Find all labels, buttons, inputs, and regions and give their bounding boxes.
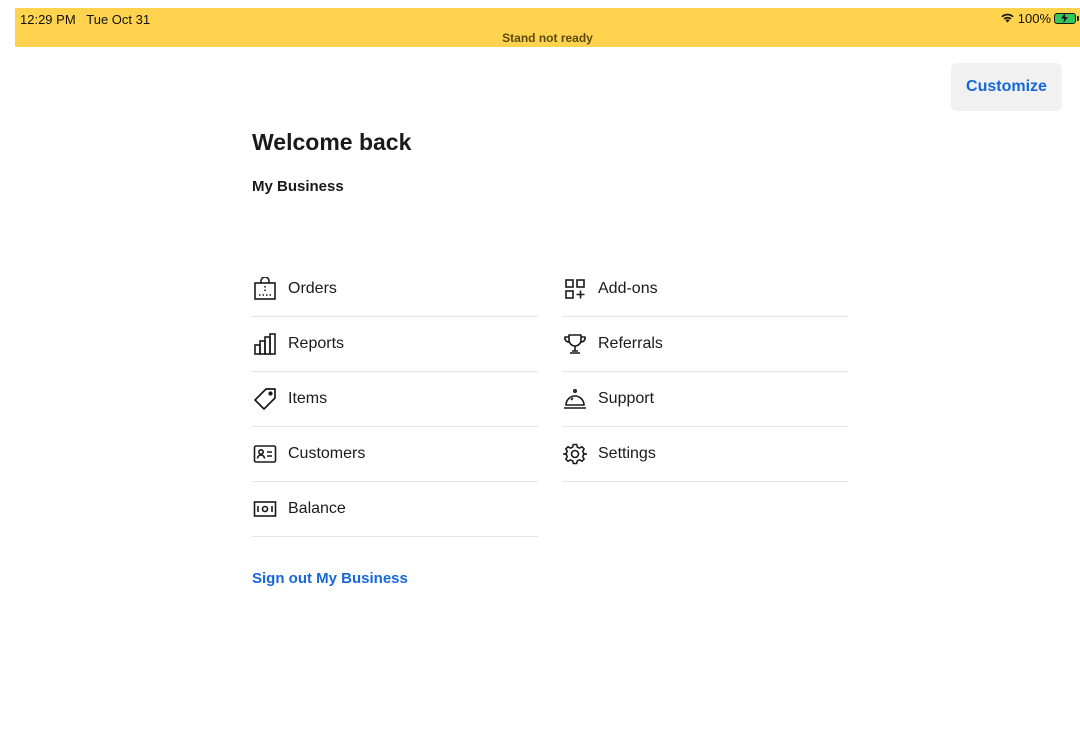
menu-item-balance[interactable]: Balance — [252, 482, 538, 537]
menu-item-reports[interactable]: Reports — [252, 317, 538, 372]
gear-icon — [562, 441, 588, 467]
menu-label: Orders — [288, 280, 337, 297]
status-time: 12:29 PM Tue Oct 31 — [20, 12, 150, 27]
menu-label: Items — [288, 390, 328, 407]
status-banner: Stand not ready — [502, 31, 593, 45]
sign-out-link[interactable]: Sign out My Business — [252, 570, 408, 587]
battery-icon — [1054, 13, 1079, 24]
business-name: My Business — [252, 178, 344, 195]
menu-left-column: Orders Reports Items Customers Balance — [252, 262, 538, 537]
contact-card-icon — [252, 441, 278, 467]
menu-right-column: Add-ons Referrals Support Settings — [562, 262, 848, 482]
status-bar: 12:29 PM Tue Oct 31 Stand not ready 100% — [15, 8, 1080, 47]
grid-plus-icon — [562, 276, 588, 302]
shopping-bag-icon — [252, 276, 278, 302]
menu-item-items[interactable]: Items — [252, 372, 538, 427]
status-time-value: 12:29 PM — [20, 12, 76, 27]
menu-item-add-ons[interactable]: Add-ons — [562, 262, 848, 317]
bar-chart-icon — [252, 331, 278, 357]
menu-item-referrals[interactable]: Referrals — [562, 317, 848, 372]
status-indicators: 100% — [1000, 11, 1079, 26]
menu-label: Support — [598, 390, 655, 407]
menu-label: Reports — [288, 335, 345, 352]
menu-item-settings[interactable]: Settings — [562, 427, 848, 482]
screen: 12:29 PM Tue Oct 31 Stand not ready 100%… — [0, 0, 1080, 749]
menu-label: Customers — [288, 445, 366, 462]
menu-label: Add-ons — [598, 280, 658, 297]
status-date-value: Tue Oct 31 — [86, 12, 151, 27]
menu-label: Balance — [288, 500, 346, 517]
customize-button[interactable]: Customize — [951, 63, 1062, 111]
page-title: Welcome back — [252, 129, 412, 155]
tag-icon — [252, 386, 278, 412]
menu-label: Referrals — [598, 335, 663, 352]
menu-label: Settings — [598, 445, 656, 462]
menu-item-orders[interactable]: Orders — [252, 262, 538, 317]
service-bell-icon — [562, 386, 588, 412]
menu-item-customers[interactable]: Customers — [252, 427, 538, 482]
wifi-icon — [1000, 11, 1015, 26]
menu-item-support[interactable]: Support — [562, 372, 848, 427]
cash-icon — [252, 496, 278, 522]
battery-percent: 100% — [1017, 11, 1051, 26]
trophy-icon — [562, 331, 588, 357]
